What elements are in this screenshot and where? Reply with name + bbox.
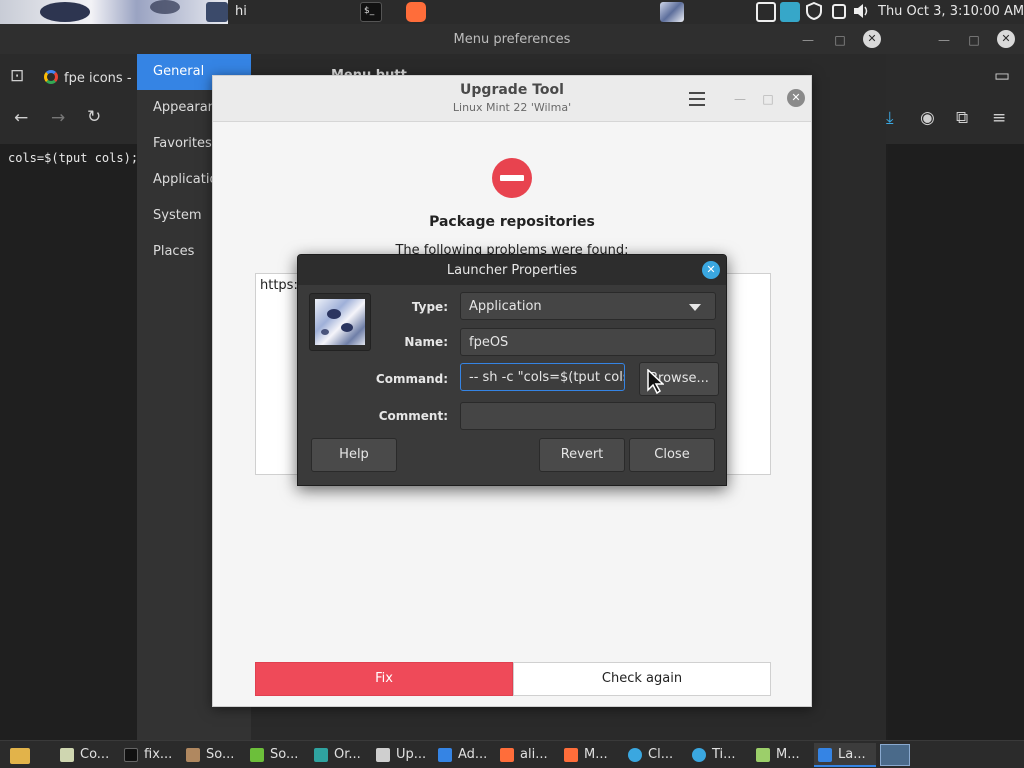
upgrade-tool-header[interactable]: Upgrade Tool Linux Mint 22 'Wilma' — □ ✕ [213,76,811,122]
app-icon [692,748,706,762]
taskbar-item-8[interactable]: ali... [496,743,558,767]
type-label: Type: [411,300,448,314]
browser-launcher-icon[interactable] [406,2,426,22]
taskbar-item-6[interactable]: Up... [372,743,432,767]
taskbar-item-3[interactable]: So... [182,743,244,767]
terminal-icon [124,748,138,762]
app-icon [756,748,770,762]
menu-icon[interactable]: ≡ [992,108,1006,128]
comment-label: Comment: [378,409,448,423]
tab-overview-icon[interactable]: ⊡ [10,66,24,86]
upgrade-tool-title: Upgrade Tool [460,82,564,98]
desktop-wallpaper-thumbnail [0,0,228,24]
browser-toolbar-right: ▭ ⤓ ◉ ⧉ ≡ [886,54,1024,144]
window-icon [438,748,452,762]
image-launcher-icon[interactable] [660,2,684,22]
clock[interactable]: Thu Oct 3, 3:10:00 AM [878,4,1024,19]
account-icon[interactable]: ◉ [920,108,935,128]
software-icon [250,748,264,762]
repository-entry: https: [260,278,298,293]
taskbar-item-2[interactable]: fix... [120,743,180,767]
error-icon [492,158,532,198]
app-icon [314,748,328,762]
hamburger-menu-icon[interactable] [689,92,705,106]
panel-app-label[interactable]: hi [235,4,247,19]
close-icon[interactable]: ✕ [787,89,805,107]
taskbar-item-7[interactable]: Ad... [434,743,494,767]
close-icon[interactable]: ✕ [702,261,720,279]
minimize-icon-2[interactable]: — [936,32,952,48]
taskbar-item-9[interactable]: M... [560,743,622,767]
mouse-cursor-icon [647,369,664,395]
app-icon [564,748,578,762]
command-field[interactable]: -- sh -c "cols=$(tput cols) [460,363,625,391]
bottom-taskbar: Co... fix... So... So... Or... Up... Ad.… [0,740,1024,768]
reload-icon[interactable]: ↻ [87,107,101,127]
taskbar-item-12[interactable]: M... [752,743,812,767]
google-icon [44,70,58,84]
download-icon[interactable]: ⤓ [886,108,894,128]
help-button[interactable]: Help [311,438,397,472]
minimize-icon[interactable]: — [731,90,749,108]
launcher-titlebar[interactable]: Launcher Properties ✕ [298,255,726,285]
shield-icon[interactable] [805,1,825,22]
shield-icon [376,748,390,762]
check-again-button[interactable]: Check again [513,662,771,696]
maximize-icon-2[interactable]: □ [966,32,982,48]
browser-tab[interactable]: fpe icons - [44,70,144,94]
app-icon [60,748,74,762]
taskbar-item-4[interactable]: So... [246,743,308,767]
forward-icon[interactable]: → [51,108,65,128]
terminal-launcher-icon[interactable]: $_ [360,2,382,22]
folder-icon [10,748,30,764]
app-icon [628,748,642,762]
battery-icon[interactable] [830,2,850,22]
close-icon-2[interactable]: ✕ [997,30,1015,48]
maximize-icon[interactable]: □ [832,32,848,48]
package-repositories-heading: Package repositories [429,214,595,230]
minimize-icon[interactable]: — [800,32,816,48]
revert-button[interactable]: Revert [539,438,625,472]
lock-icon[interactable] [780,2,800,22]
network-icon[interactable] [756,2,776,22]
taskbar-item-13[interactable]: La... [814,743,876,767]
window-icon [818,748,832,762]
app-icon [500,748,514,762]
taskbar-item-1[interactable]: Co... [56,743,116,767]
panel-window-icon[interactable] [206,2,228,22]
close-button[interactable]: Close [629,438,715,472]
tabs-icon[interactable]: ▭ [994,66,1010,86]
maximize-icon[interactable]: □ [759,90,777,108]
taskbar-item-11[interactable]: Ti... [688,743,750,767]
package-icon [186,748,200,762]
file-manager-launcher[interactable] [6,743,36,767]
command-label: Command: [375,372,448,386]
top-panel: hi $_ Thu Oct 3, 3:10:00 AM [0,0,1024,24]
chevron-down-icon [689,304,701,311]
fix-button[interactable]: Fix [255,662,513,696]
extensions-icon[interactable]: ⧉ [956,108,968,128]
name-field[interactable]: fpeOS [460,328,716,356]
type-dropdown[interactable]: Application [460,292,716,320]
close-icon[interactable]: ✕ [863,30,881,48]
type-value: Application [469,299,542,314]
launcher-title: Launcher Properties [446,263,578,278]
taskbar-item-5[interactable]: Or... [310,743,370,767]
browser-toolbar-left: ⊡ fpe icons - ← → ↻ [0,54,137,144]
name-label: Name: [404,335,448,349]
comment-field[interactable] [460,402,716,430]
back-icon[interactable]: ← [14,108,28,128]
volume-icon[interactable] [852,2,872,22]
terminal-output: cols=$(tput cols); [8,151,139,165]
upgrade-tool-subtitle: Linux Mint 22 'Wilma' [452,101,572,114]
show-desktop-button[interactable] [880,744,910,766]
taskbar-item-10[interactable]: Cl... [624,743,686,767]
